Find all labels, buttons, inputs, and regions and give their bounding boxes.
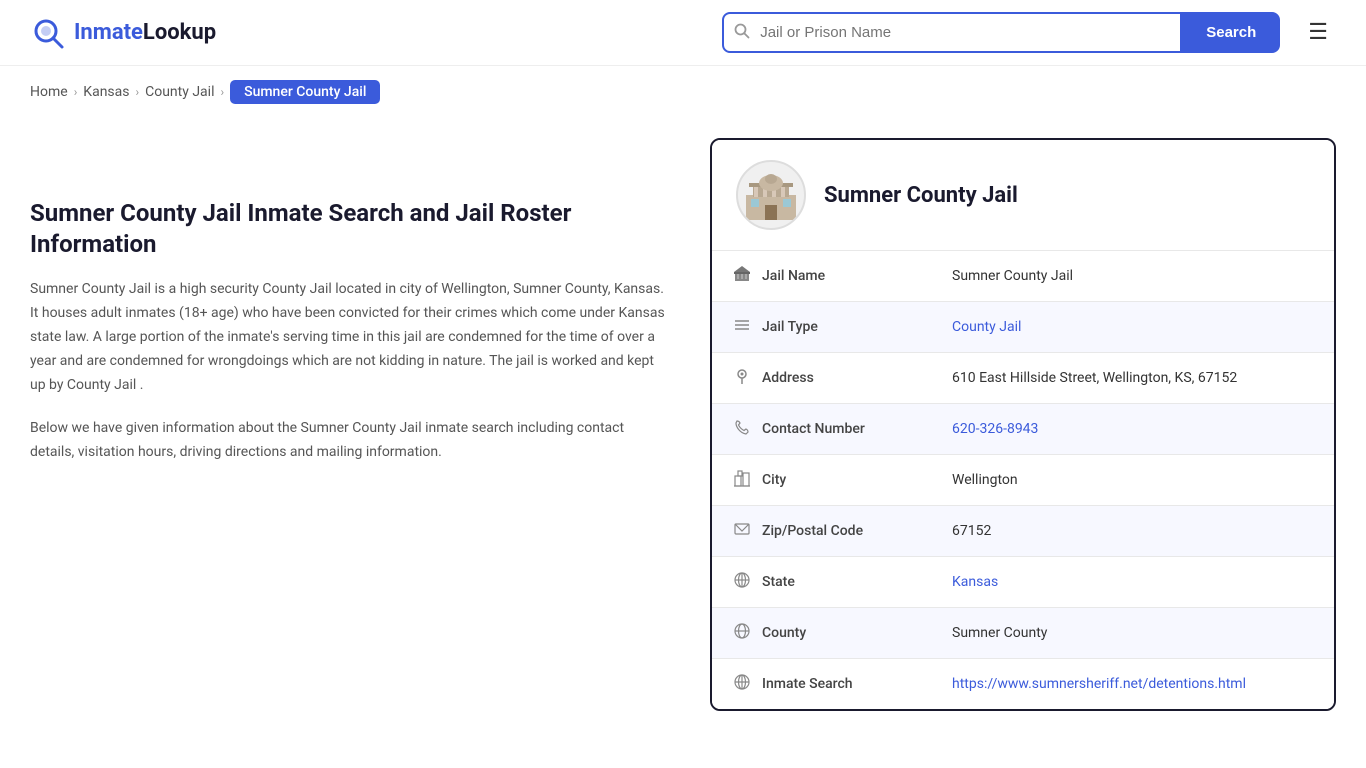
page-description: Sumner County Jail is a high security Co… bbox=[30, 278, 670, 397]
field-link[interactable]: https://www.sumnersheriff.net/detentions… bbox=[952, 676, 1246, 692]
page-title: Sumner County Jail Inmate Search and Jai… bbox=[30, 198, 670, 260]
field-icon bbox=[732, 418, 752, 440]
field-label: Inmate Search bbox=[762, 676, 853, 692]
field-value: Sumner County bbox=[932, 608, 1334, 659]
field-label-cell: County bbox=[712, 608, 932, 659]
header: InmateLookup Search ☰ bbox=[0, 0, 1366, 66]
field-value[interactable]: County Jail bbox=[932, 302, 1334, 353]
table-row: City Wellington bbox=[712, 455, 1334, 506]
table-row: Inmate Search https://www.sumnersheriff.n… bbox=[712, 659, 1334, 710]
breadcrumb-current: Sumner County Jail bbox=[230, 80, 380, 104]
field-label-cell: Jail Name bbox=[712, 251, 932, 302]
breadcrumb-kansas[interactable]: Kansas bbox=[83, 84, 129, 100]
table-row: County Sumner County bbox=[712, 608, 1334, 659]
field-icon bbox=[732, 622, 752, 644]
field-icon bbox=[732, 520, 752, 542]
field-label-cell: Contact Number bbox=[712, 404, 932, 455]
table-row: Jail Type County Jail bbox=[712, 302, 1334, 353]
field-icon bbox=[732, 367, 752, 389]
search-area: Search ☰ bbox=[722, 12, 1336, 53]
field-value[interactable]: Kansas bbox=[932, 557, 1334, 608]
breadcrumb-county-jail[interactable]: County Jail bbox=[145, 84, 214, 100]
breadcrumb-sep-2: › bbox=[136, 85, 140, 99]
card-title: Sumner County Jail bbox=[824, 183, 1018, 208]
field-icon bbox=[732, 571, 752, 593]
field-icon bbox=[732, 469, 752, 491]
logo-area[interactable]: InmateLookup bbox=[30, 15, 216, 51]
field-value[interactable]: https://www.sumnersheriff.net/detentions… bbox=[932, 659, 1334, 710]
logo-text: InmateLookup bbox=[74, 20, 216, 45]
field-label: County bbox=[762, 625, 806, 641]
search-icon bbox=[724, 23, 760, 43]
field-link[interactable]: County Jail bbox=[952, 319, 1021, 335]
field-icon bbox=[732, 673, 752, 695]
search-button[interactable]: Search bbox=[1182, 12, 1280, 53]
field-label: Jail Type bbox=[762, 319, 818, 335]
field-label-cell: City bbox=[712, 455, 932, 506]
field-link[interactable]: Kansas bbox=[952, 574, 998, 590]
field-label: City bbox=[762, 472, 786, 488]
breadcrumb-home[interactable]: Home bbox=[30, 84, 68, 100]
left-content: Sumner County Jail Inmate Search and Jai… bbox=[30, 138, 670, 711]
info-card: Sumner County Jail Jail Name Sumner Count… bbox=[710, 138, 1336, 711]
field-link[interactable]: 620-326-8943 bbox=[952, 421, 1038, 437]
field-label: Zip/Postal Code bbox=[762, 523, 863, 539]
field-label-cell: Jail Type bbox=[712, 302, 932, 353]
table-row: State Kansas bbox=[712, 557, 1334, 608]
field-value: Wellington bbox=[932, 455, 1334, 506]
field-label-cell: Inmate Search bbox=[712, 659, 932, 710]
field-label-cell: Zip/Postal Code bbox=[712, 506, 932, 557]
search-wrapper bbox=[722, 12, 1182, 53]
breadcrumb: Home › Kansas › County Jail › Sumner Cou… bbox=[0, 66, 1366, 118]
menu-icon[interactable]: ☰ bbox=[1300, 16, 1336, 49]
jail-avatar bbox=[736, 160, 806, 230]
table-row: Zip/Postal Code 67152 bbox=[712, 506, 1334, 557]
field-value: 67152 bbox=[932, 506, 1334, 557]
field-label-cell: State bbox=[712, 557, 932, 608]
breadcrumb-sep-1: › bbox=[74, 85, 78, 99]
table-row: Address 610 East Hillside Street, Welling… bbox=[712, 353, 1334, 404]
field-icon bbox=[732, 316, 752, 338]
field-value: 610 East Hillside Street, Wellington, KS… bbox=[932, 353, 1334, 404]
field-value[interactable]: 620-326-8943 bbox=[932, 404, 1334, 455]
page-description2: Below we have given information about th… bbox=[30, 417, 670, 465]
field-label: State bbox=[762, 574, 795, 590]
search-input[interactable] bbox=[760, 14, 1180, 51]
info-table-body: Jail Name Sumner County Jail Jail Type Coun… bbox=[712, 251, 1334, 710]
table-row: Jail Name Sumner County Jail bbox=[712, 251, 1334, 302]
info-table: Jail Name Sumner County Jail Jail Type Coun… bbox=[712, 250, 1334, 709]
field-label: Jail Name bbox=[762, 268, 825, 284]
breadcrumb-sep-3: › bbox=[220, 85, 224, 99]
main-content: Sumner County Jail Inmate Search and Jai… bbox=[0, 118, 1366, 751]
card-header: Sumner County Jail bbox=[712, 140, 1334, 250]
logo-icon bbox=[30, 15, 66, 51]
field-label-cell: Address bbox=[712, 353, 932, 404]
table-row: Contact Number 620-326-8943 bbox=[712, 404, 1334, 455]
field-label: Contact Number bbox=[762, 421, 865, 437]
field-value: Sumner County Jail bbox=[932, 251, 1334, 302]
field-label: Address bbox=[762, 370, 814, 386]
field-icon bbox=[732, 265, 752, 287]
